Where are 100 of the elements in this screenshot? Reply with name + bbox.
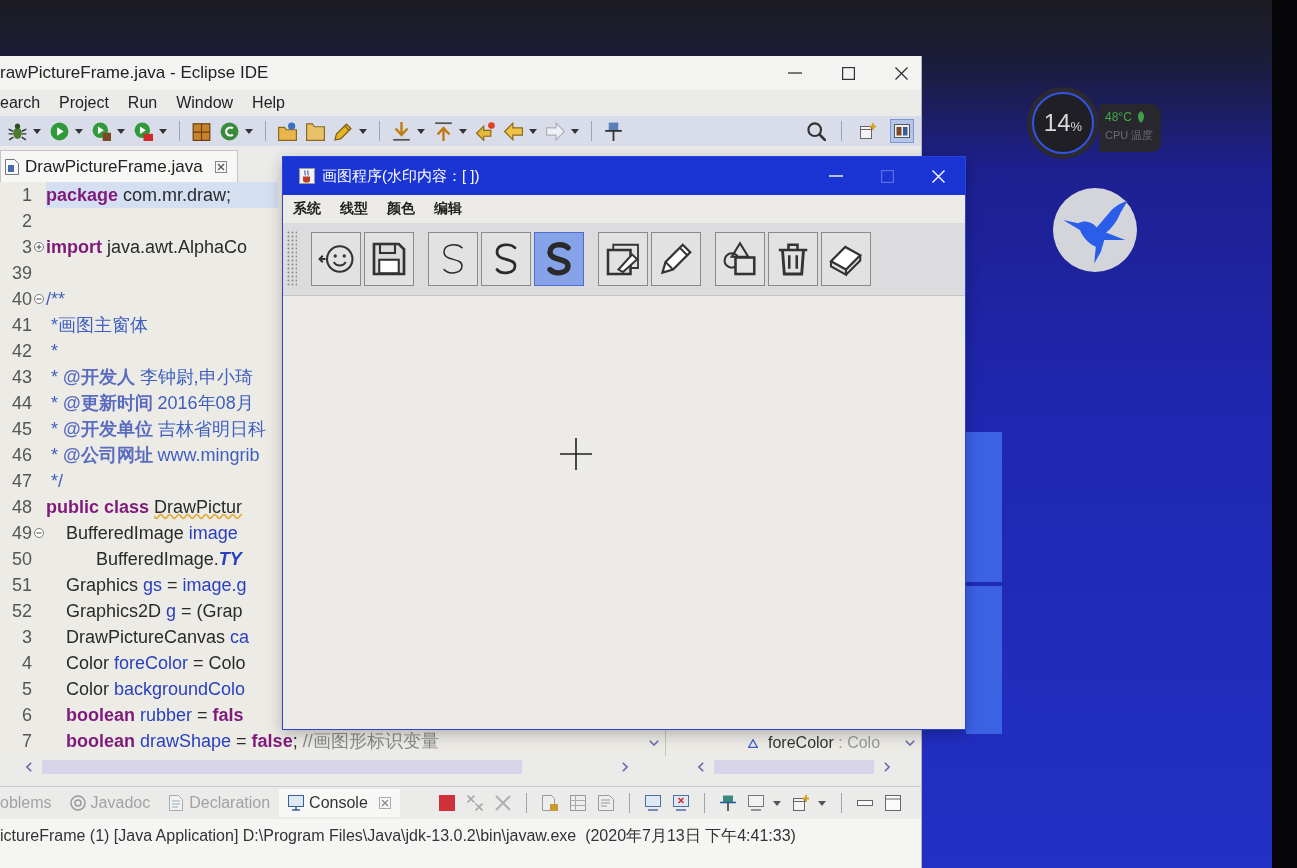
- caret-icon[interactable]: [33, 128, 41, 134]
- fold-minus-icon[interactable]: [34, 528, 44, 538]
- code-line: BufferedImage image: [65, 522, 238, 544]
- outline-item[interactable]: foreColor : Colo: [768, 734, 881, 752]
- tool-button[interactable]: [481, 232, 531, 286]
- chevron-down-icon[interactable]: [905, 740, 915, 746]
- tool-button[interactable]: [651, 232, 701, 286]
- line-number: 47: [10, 470, 32, 492]
- editor-tab[interactable]: DrawPictureFrame.java: [0, 150, 238, 182]
- chevron-down-icon[interactable]: [649, 740, 659, 746]
- caret-icon[interactable]: [75, 128, 83, 134]
- menu-item[interactable]: 线型: [340, 200, 368, 218]
- pin-icon[interactable]: [604, 121, 623, 141]
- code-line: * @开发单位 吉林省明日科: [50, 418, 266, 441]
- menu-item[interactable]: 系统: [293, 200, 321, 218]
- line-number: 43: [10, 366, 32, 388]
- code-line: BufferedImage.TY: [95, 548, 242, 570]
- code-line: * @公司网址 www.mingrib: [50, 444, 260, 467]
- caret-icon[interactable]: [417, 128, 425, 134]
- window-plus-icon[interactable]: [793, 795, 809, 811]
- window-plus-icon[interactable]: [857, 120, 879, 142]
- code-line: import java.awt.AlphaCo: [46, 236, 248, 258]
- line-number: 52: [10, 600, 32, 622]
- line-number: 3: [21, 626, 32, 648]
- menu-item[interactable]: Run: [127, 94, 158, 112]
- line-number: 41: [10, 314, 32, 336]
- menu-item[interactable]: 颜色: [387, 200, 415, 218]
- caret-icon[interactable]: [773, 800, 781, 806]
- line-number: 2: [21, 210, 32, 232]
- tool-button[interactable]: [364, 232, 414, 286]
- crosshair-cursor-icon: [560, 438, 592, 470]
- line-number: 6: [21, 704, 32, 726]
- chevron-right-icon[interactable]: [884, 762, 890, 772]
- tool-button[interactable]: [428, 232, 478, 286]
- line-number: 3: [21, 236, 32, 258]
- package-icon[interactable]: [192, 121, 211, 141]
- line-number: 40: [10, 288, 32, 310]
- coffee-cup-icon: [299, 168, 315, 184]
- bug-icon[interactable]: [8, 121, 27, 141]
- close-icon[interactable]: [895, 66, 908, 80]
- maximize-icon[interactable]: [885, 795, 901, 811]
- caret-icon[interactable]: [529, 128, 537, 134]
- caret-icon[interactable]: [818, 800, 826, 806]
- leaf-icon: [1136, 111, 1145, 123]
- display-error-icon[interactable]: [673, 795, 689, 811]
- line-number: 45: [10, 418, 32, 440]
- document-icon: [168, 795, 185, 811]
- code-line: *: [50, 340, 58, 362]
- caret-icon[interactable]: [117, 128, 125, 134]
- tool-button[interactable]: [311, 232, 361, 286]
- folder-icon[interactable]: [278, 121, 297, 141]
- caret-icon[interactable]: [159, 128, 167, 134]
- arrow-up-icon[interactable]: [434, 121, 453, 141]
- menu-item[interactable]: Help: [252, 94, 285, 112]
- fold-plus-icon[interactable]: [34, 242, 44, 252]
- play-bar-icon[interactable]: [134, 121, 153, 141]
- arrow-down-icon[interactable]: [392, 121, 411, 141]
- grip-dots-icon[interactable]: [287, 231, 297, 287]
- line-number: 7: [21, 730, 32, 752]
- scrollbar-thumb[interactable]: [714, 760, 874, 774]
- tool-button[interactable]: [534, 232, 584, 286]
- monitor-icon[interactable]: [748, 795, 764, 811]
- window-panes-icon[interactable]: [891, 120, 913, 142]
- tool-button[interactable]: [598, 232, 648, 286]
- folder-icon[interactable]: [306, 121, 325, 141]
- code-line: boolean rubber = fals: [65, 704, 244, 726]
- caret-icon[interactable]: [459, 128, 467, 134]
- maximize-icon[interactable]: [842, 66, 855, 80]
- window-title: 画图程序(水印内容：[ ]): [322, 166, 480, 186]
- scrollbar-thumb[interactable]: [42, 760, 522, 774]
- line-number: 1: [21, 184, 32, 206]
- tool-button[interactable]: [768, 232, 818, 286]
- chevron-left-icon[interactable]: [26, 762, 32, 772]
- tool-button[interactable]: [821, 232, 871, 286]
- caret-icon[interactable]: [359, 128, 367, 134]
- search-icon[interactable]: [807, 121, 826, 141]
- pin-icon[interactable]: [720, 795, 736, 811]
- line-number: 48: [10, 496, 32, 518]
- bird-app-icon[interactable]: [1053, 188, 1137, 272]
- fold-minus-icon[interactable]: [34, 294, 44, 304]
- tool-button[interactable]: [715, 232, 765, 286]
- chevron-right-icon[interactable]: [622, 762, 628, 772]
- line-number: 44: [10, 392, 32, 414]
- c-circle-icon[interactable]: [220, 121, 239, 141]
- frame-brush-icon: [605, 241, 641, 277]
- menu-item[interactable]: Project: [59, 94, 109, 112]
- close-icon[interactable]: [214, 160, 227, 173]
- menu-item[interactable]: earch: [0, 94, 41, 112]
- code-line: Color backgroundColo: [65, 678, 246, 700]
- triangle-icon: [748, 738, 758, 748]
- display-icon[interactable]: [645, 795, 661, 811]
- menu-item[interactable]: 编辑: [434, 200, 462, 218]
- arrow-left-icon[interactable]: [504, 121, 523, 141]
- menu-item[interactable]: Window: [176, 94, 234, 112]
- caret-icon[interactable]: [245, 128, 253, 134]
- panel-tab[interactable]: Console: [279, 789, 400, 817]
- play-icon[interactable]: [50, 121, 69, 141]
- shapes-icon: [722, 241, 758, 277]
- pen-icon[interactable]: [334, 121, 353, 141]
- chevron-left-icon[interactable]: [698, 762, 704, 772]
